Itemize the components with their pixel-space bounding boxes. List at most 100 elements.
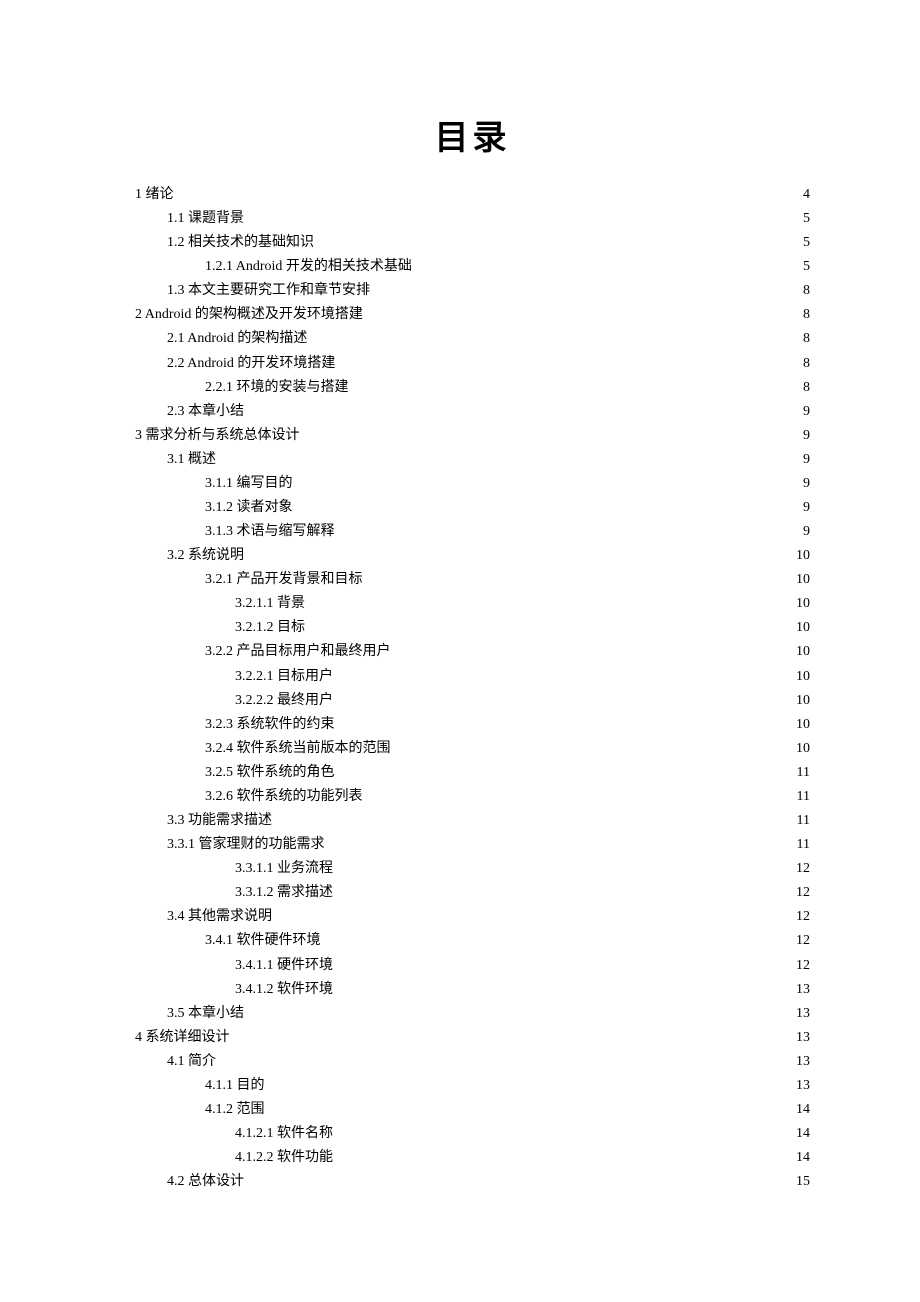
toc-entry-label: 3.2.1.1 背景	[235, 592, 305, 616]
toc-entry-page: 13	[796, 978, 810, 1002]
toc-entry-label: 1 绪论	[135, 183, 174, 207]
toc-entry-page: 10	[796, 544, 810, 568]
toc-entry-label: 3.5 本章小结	[167, 1002, 244, 1026]
toc-entry[interactable]: 3.2.2 产品目标用户和最终用户10	[135, 640, 810, 664]
toc-entry[interactable]: 3.4.1 软件硬件环境 12	[135, 929, 810, 953]
toc-entry-label: 3.4.1.1 硬件环境	[235, 954, 333, 978]
toc-entry-label: 4 系统详细设计	[135, 1026, 230, 1050]
toc-entry[interactable]: 4.1.2.2 软件功能14	[135, 1146, 810, 1170]
toc-entry-label: 3 需求分析与系统总体设计	[135, 424, 300, 448]
toc-entry[interactable]: 1.2 相关技术的基础知识 5	[135, 231, 810, 255]
toc-entry[interactable]: 3.2.1.1 背景 10	[135, 592, 810, 616]
toc-entry[interactable]: 2.3 本章小结9	[135, 400, 810, 424]
toc-entry-label: 3.1.2 读者对象	[205, 496, 293, 520]
toc-entry-label: 4.1.1 目的	[205, 1074, 265, 1098]
toc-entry-label: 4.1 简介	[167, 1050, 216, 1074]
toc-entry-page: 9	[803, 496, 810, 520]
toc-entry[interactable]: 3.3.1.2 需求描述 12	[135, 881, 810, 905]
toc-entry[interactable]: 2.2.1 环境的安装与搭建 8	[135, 376, 810, 400]
toc-entry-label: 3.2.5 软件系统的角色	[205, 761, 335, 785]
toc-entry-page: 11	[797, 761, 810, 785]
toc-entry-page: 12	[796, 881, 810, 905]
toc-entry-label: 3.2.2.1 目标用户	[235, 665, 333, 689]
toc-entry[interactable]: 3.1.1 编写目的 9	[135, 472, 810, 496]
toc-entry-page: 9	[803, 448, 810, 472]
toc-entry-page: 12	[796, 954, 810, 978]
toc-entry-page: 11	[797, 833, 810, 857]
toc-entry[interactable]: 3.2 系统说明 10	[135, 544, 810, 568]
toc-entry-page: 11	[797, 809, 810, 833]
toc-entry-label: 2.2.1 环境的安装与搭建	[205, 376, 349, 400]
toc-entry-page: 4	[803, 183, 810, 207]
toc-entry-page: 10	[796, 665, 810, 689]
toc-entry-label: 3.3.1.1 业务流程	[235, 857, 333, 881]
toc-entry-page: 5	[803, 255, 810, 279]
toc-entry[interactable]: 3.5 本章小结13	[135, 1002, 810, 1026]
toc-entry[interactable]: 2.2 Android 的开发环境搭建 8	[135, 352, 810, 376]
toc-entry-label: 3.2.2.2 最终用户	[235, 689, 333, 713]
toc-entry-label: 3.2.4 软件系统当前版本的范围	[205, 737, 391, 761]
toc-entry-label: 1.2 相关技术的基础知识	[167, 231, 314, 255]
toc-entry[interactable]: 3.4.1.2 软件环境13	[135, 978, 810, 1002]
toc-entry[interactable]: 3.1 概述 9	[135, 448, 810, 472]
toc-entry-page: 12	[796, 857, 810, 881]
toc-entry-page: 5	[803, 231, 810, 255]
toc-entry-page: 14	[796, 1146, 810, 1170]
toc-entry-label: 4.2 总体设计	[167, 1170, 244, 1194]
toc-entry[interactable]: 3.2.1.2 目标10	[135, 616, 810, 640]
toc-entry[interactable]: 2 Android 的架构概述及开发环境搭建8	[135, 303, 810, 327]
toc-entry[interactable]: 3.2.4 软件系统当前版本的范围 10	[135, 737, 810, 761]
toc-entry[interactable]: 3 需求分析与系统总体设计 9	[135, 424, 810, 448]
toc-entry[interactable]: 3.3.1 管家理财的功能需求 11	[135, 833, 810, 857]
toc-entry[interactable]: 3.2.6 软件系统的功能列表11	[135, 785, 810, 809]
toc-entry-label: 3.3 功能需求描述	[167, 809, 272, 833]
toc-entry[interactable]: 4.1 简介13	[135, 1050, 810, 1074]
toc-entry[interactable]: 1.1 课题背景5	[135, 207, 810, 231]
toc-entry-page: 9	[803, 472, 810, 496]
toc-entry-page: 8	[803, 376, 810, 400]
toc-entry[interactable]: 3.2.3 系统软件的约束10	[135, 713, 810, 737]
toc-entry-page: 8	[803, 327, 810, 351]
toc-entry-label: 3.2.1 产品开发背景和目标	[205, 568, 363, 592]
toc-entry[interactable]: 3.3.1.1 业务流程 12	[135, 857, 810, 881]
toc-entry-page: 14	[796, 1098, 810, 1122]
toc-entry-page: 9	[803, 424, 810, 448]
toc-entry-label: 4.1.2.1 软件名称	[235, 1122, 333, 1146]
toc-entry[interactable]: 4 系统详细设计13	[135, 1026, 810, 1050]
toc-entry-label: 3.1.1 编写目的	[205, 472, 293, 496]
toc-entry[interactable]: 2.1 Android 的架构描述8	[135, 327, 810, 351]
toc-entry[interactable]: 1.3 本文主要研究工作和章节安排8	[135, 279, 810, 303]
toc-entry-page: 10	[796, 592, 810, 616]
toc-entry[interactable]: 4.2 总体设计 15	[135, 1170, 810, 1194]
toc-entry-label: 3.2 系统说明	[167, 544, 244, 568]
toc-entry[interactable]: 3.2.5 软件系统的角色 11	[135, 761, 810, 785]
toc-entry-label: 3.3.1.2 需求描述	[235, 881, 333, 905]
toc-entry[interactable]: 4.1.1 目的 13	[135, 1074, 810, 1098]
toc-entry-page: 12	[796, 929, 810, 953]
toc-entry-page: 8	[803, 352, 810, 376]
toc-entry-page: 10	[796, 640, 810, 664]
toc-entry[interactable]: 4.1.2.1 软件名称14	[135, 1122, 810, 1146]
toc-entry-label: 3.4.1 软件硬件环境	[205, 929, 321, 953]
toc-entry-label: 3.3.1 管家理财的功能需求	[167, 833, 325, 857]
toc-entry-page: 15	[796, 1170, 810, 1194]
toc-entry[interactable]: 4.1.2 范围14	[135, 1098, 810, 1122]
toc-entry[interactable]: 3.2.1 产品开发背景和目标10	[135, 568, 810, 592]
toc-entry-label: 2.2 Android 的开发环境搭建	[167, 352, 335, 376]
toc-entry-page: 11	[797, 785, 810, 809]
toc-entry[interactable]: 3.2.2.1 目标用户 10	[135, 665, 810, 689]
toc-entry-page: 13	[796, 1074, 810, 1098]
toc-entry[interactable]: 3.2.2.2 最终用户 10	[135, 689, 810, 713]
toc-entry[interactable]: 3.1.3 术语与缩写解释9	[135, 520, 810, 544]
toc-entry-page: 10	[796, 689, 810, 713]
toc-entry[interactable]: 1 绪论 4	[135, 183, 810, 207]
toc-entry-page: 8	[803, 279, 810, 303]
toc-entry[interactable]: 3.3 功能需求描述 11	[135, 809, 810, 833]
toc-entry[interactable]: 3.4 其他需求说明12	[135, 905, 810, 929]
toc-entry-page: 9	[803, 520, 810, 544]
toc-entry[interactable]: 3.1.2 读者对象 9	[135, 496, 810, 520]
toc-entry-page: 10	[796, 737, 810, 761]
toc-entry[interactable]: 1.2.1 Android 开发的相关技术基础5	[135, 255, 810, 279]
toc-entry[interactable]: 3.4.1.1 硬件环境 12	[135, 954, 810, 978]
toc-entry-label: 3.1 概述	[167, 448, 216, 472]
